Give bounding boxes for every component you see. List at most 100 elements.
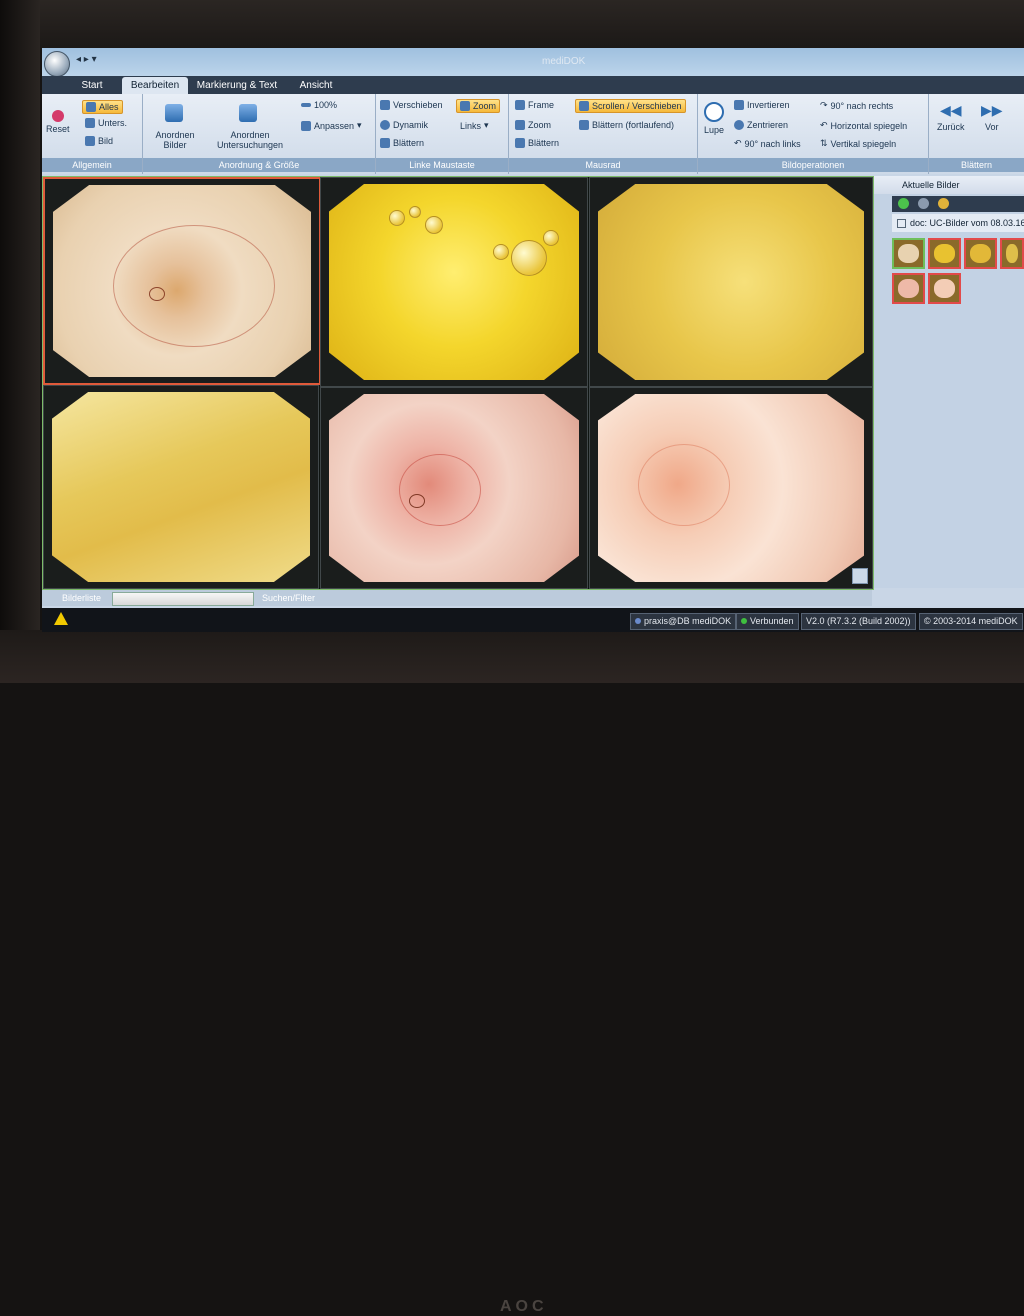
previous-icon: ◀◀	[939, 102, 962, 118]
anpassen-icon	[301, 120, 311, 131]
flip-horizontal-icon: ↶	[820, 120, 828, 130]
group-blaettern: ◀◀ Zurück ▶▶ Vor Blättern	[929, 94, 1024, 174]
side-panel: Aktuelle Bilder doc: UC-Bilder vom 08.03…	[874, 176, 1024, 588]
vor-button[interactable]: ▶▶ Vor	[981, 102, 1003, 132]
tab-bearbeiten[interactable]: Bearbeiten	[122, 77, 188, 94]
add-icon[interactable]	[898, 198, 909, 209]
thumbnail-image	[934, 244, 955, 263]
status-connection: Verbunden	[736, 613, 799, 630]
frame-button[interactable]: Frame	[515, 100, 554, 110]
blaettern-wheel-button[interactable]: Blättern	[515, 138, 559, 148]
group-title-anordnung: Anordnung & Größe	[143, 158, 375, 172]
status-user: praxis@DB mediDOK	[630, 613, 737, 630]
bilderliste-tab[interactable]: Bilderliste	[62, 590, 101, 606]
verschieben-button[interactable]: Verschieben	[380, 100, 443, 110]
rotate-left-icon: ↶	[734, 138, 742, 148]
suchen-filter-tab[interactable]: Suchen/Filter	[262, 590, 315, 606]
reset-icon	[51, 110, 64, 122]
invert-icon	[734, 100, 744, 110]
chevron-down-icon: ▾	[484, 120, 489, 130]
blaettern-fortlaufend-button[interactable]: Blättern (fortlaufend)	[579, 120, 674, 130]
chevron-down-icon: ▾	[357, 120, 362, 130]
frame-icon	[515, 100, 525, 110]
monitor-brand-logo: AOC	[500, 1298, 548, 1315]
scrollen-verschieben-button[interactable]: Scrollen / Verschieben	[575, 99, 686, 113]
image-cell-5[interactable]	[320, 387, 588, 589]
anordnen-untersuchungen-button[interactable]: Anordnen Untersuchungen	[211, 130, 289, 150]
thumbnail-4[interactable]	[1000, 238, 1024, 269]
lupe-button[interactable]: Lupe	[704, 102, 724, 135]
title-bar: ◂ ▸ ▾ mediDOK	[42, 48, 1024, 77]
lesion-area	[399, 454, 481, 526]
tab-markierung-text[interactable]: Markierung & Text	[192, 77, 282, 94]
image-cell-6[interactable]	[589, 387, 873, 589]
vertikal-spiegeln-button[interactable]: ⇅ Vertikal spiegeln	[820, 138, 896, 149]
group-anordnung: Anordnen Bilder Anordnen Untersuchungen …	[143, 94, 376, 174]
endoscopy-image-5	[329, 394, 579, 582]
status-copyright: © 2003-2014 mediDOK	[919, 613, 1023, 630]
image-cell-2[interactable]	[320, 177, 588, 387]
zentrieren-button[interactable]: Zentrieren	[734, 120, 788, 130]
tab-start[interactable]: Start	[64, 77, 120, 94]
group-linke-maustaste: Verschieben Zoom Dynamik Links ▾ Blättern…	[376, 94, 509, 174]
blaettern-left-button[interactable]: Blättern	[380, 138, 424, 148]
horizontal-spiegeln-button[interactable]: ↶ Horizontal spiegeln	[820, 120, 907, 131]
group-title-mausrad: Mausrad	[509, 158, 697, 172]
reset-button[interactable]: Reset	[46, 110, 70, 134]
thumbnail-2[interactable]	[928, 238, 961, 269]
user-icon	[635, 618, 641, 624]
links-dropdown[interactable]: Links ▾	[460, 120, 489, 131]
scrollen-icon	[579, 101, 589, 111]
zoom-wheel-icon	[515, 120, 525, 130]
thumbnail-6[interactable]	[928, 273, 961, 304]
next-icon: ▶▶	[981, 102, 1003, 118]
warning-icon[interactable]	[54, 612, 68, 625]
home-icon[interactable]	[938, 198, 949, 209]
side-panel-title: Aktuelle Bilder	[874, 176, 1024, 194]
lesion-mark	[409, 494, 425, 508]
bild-button[interactable]: Bild	[85, 136, 113, 146]
thumbnail-3[interactable]	[964, 238, 997, 269]
document-node[interactable]: doc: UC-Bilder vom 08.03.16	[892, 214, 1024, 232]
group-title-bildoperationen: Bildoperationen	[698, 158, 928, 172]
alles-button[interactable]: Alles	[82, 100, 123, 114]
invertieren-button[interactable]: Invertieren	[734, 100, 790, 110]
image-cell-4[interactable]	[43, 385, 319, 589]
thumbnail-image	[898, 244, 919, 263]
image-cell-3[interactable]	[589, 177, 873, 387]
monitor-bezel-left	[0, 0, 40, 683]
zoom-100-icon	[301, 103, 311, 107]
endoscopy-image-3	[598, 184, 864, 380]
quick-access-toolbar[interactable]: ◂ ▸ ▾	[76, 54, 97, 65]
anordnen-untersuchungen-icon	[239, 104, 257, 122]
bubble	[409, 206, 421, 218]
endoscopy-image-6	[598, 394, 864, 582]
anpassen-button[interactable]: Anpassen ▾	[301, 120, 362, 131]
zurueck-button[interactable]: ◀◀ Zurück	[937, 102, 965, 132]
image-list-field[interactable]	[112, 592, 254, 606]
document-checkbox[interactable]	[897, 219, 906, 229]
magnifier-icon	[704, 102, 725, 122]
settings-icon[interactable]	[918, 198, 929, 209]
thumbnail-5[interactable]	[892, 273, 925, 304]
unters-button[interactable]: Unters.	[85, 118, 127, 128]
thumbnail-image	[970, 244, 991, 263]
zoom-100-button[interactable]: 100%	[301, 100, 337, 110]
thumbnail-1[interactable]	[892, 238, 925, 269]
anordnen-bilder-button[interactable]: Anordnen Bilder	[151, 130, 199, 150]
grid-options-button[interactable]	[852, 568, 868, 584]
blaettern-fortlaufend-icon	[579, 120, 589, 130]
zoom-wheel-button[interactable]: Zoom	[515, 120, 551, 130]
rotate-left-button[interactable]: ↶ 90° nach links	[734, 138, 801, 149]
dynamik-button[interactable]: Dynamik	[380, 120, 428, 130]
unters-icon	[85, 118, 95, 128]
image-viewer	[42, 176, 874, 590]
app-menu-orb-icon[interactable]	[44, 51, 70, 77]
image-cell-1[interactable]	[43, 177, 321, 385]
status-bar: praxis@DB mediDOK Verbunden V2.0 (R7.3.2…	[42, 608, 1024, 632]
rotate-right-button[interactable]: ↷ 90° nach rechts	[820, 100, 893, 111]
monitor-bezel-bottom: AOC	[0, 630, 1024, 1315]
tab-ansicht[interactable]: Ansicht	[286, 77, 346, 94]
ribbon: Reset Alles Unters. Bild Allgemein Anord…	[42, 94, 1024, 174]
zoom-left-button[interactable]: Zoom	[456, 99, 501, 113]
